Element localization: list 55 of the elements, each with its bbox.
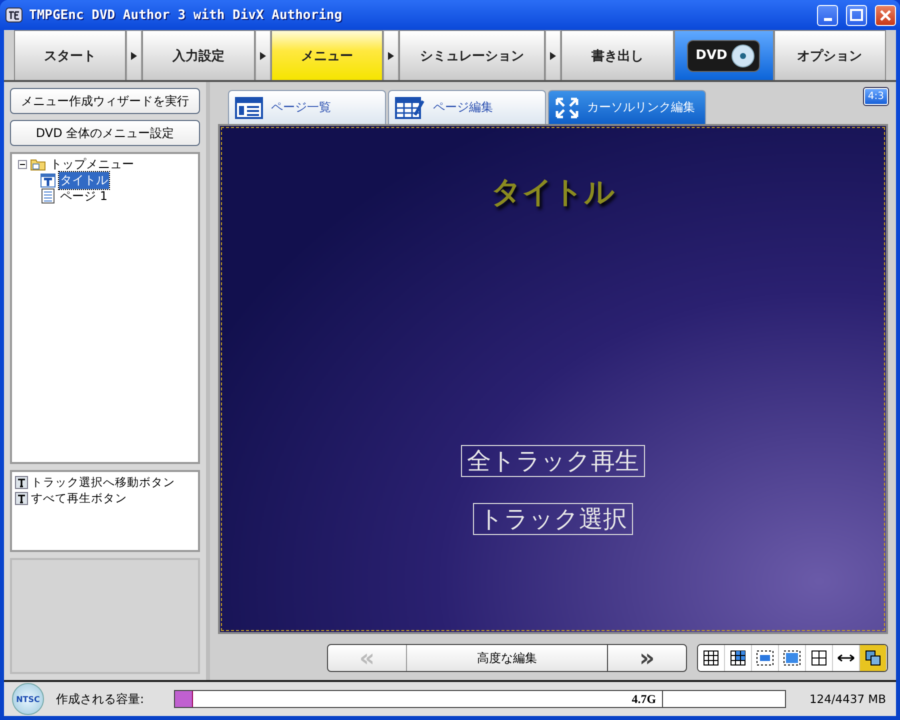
- window-title: TMPGEnc DVD Author 3 with DivX Authoring: [29, 8, 344, 22]
- text-object-icon: [15, 492, 28, 504]
- dashed-frame-icon: [783, 650, 801, 666]
- menu-title: タイトル: [491, 174, 615, 212]
- disc-icon: [731, 44, 756, 68]
- tree-item[interactable]: トップメニュー: [49, 156, 135, 172]
- double-arrow-icon: [836, 653, 856, 663]
- usage-text: 124/4437 MB: [809, 692, 886, 706]
- quad-grid-icon: [811, 650, 827, 666]
- sidebar-button[interactable]: DVD 全体のメニュー設定: [10, 120, 200, 146]
- step-tab[interactable]: 入力設定: [142, 30, 255, 80]
- filled-grid-icon: [730, 650, 746, 666]
- menu-button[interactable]: 全トラック再生: [461, 445, 645, 477]
- folder-icon: [30, 157, 46, 171]
- minimize-icon: [824, 18, 832, 20]
- overlap-squares-icon: [865, 650, 881, 666]
- next-button[interactable]: »: [608, 645, 686, 671]
- close-button[interactable]: [875, 4, 896, 26]
- expand-arrows-icon: [555, 96, 579, 118]
- minimize-button[interactable]: [817, 4, 838, 26]
- arrow-right-icon: [550, 52, 556, 60]
- sidebar-button[interactable]: メニュー作成ウィザードを実行: [10, 88, 200, 114]
- text-object-icon: [15, 476, 28, 488]
- view-tab[interactable]: ページ編集: [388, 90, 546, 124]
- title-page-icon: [40, 172, 56, 188]
- view-tab[interactable]: カーソルリンク編集: [548, 90, 706, 124]
- capacity-label: 作成される容量:: [56, 690, 144, 708]
- grid-icon: [703, 650, 719, 666]
- tree-item[interactable]: タイトル: [59, 172, 109, 188]
- step-tab[interactable]: シミュレーション: [399, 30, 546, 80]
- list-item[interactable]: トラック選択へ移動ボタン: [31, 474, 175, 490]
- page-icon: [40, 188, 56, 204]
- step-tab[interactable]: オプション: [774, 30, 886, 80]
- step-tab[interactable]: メニュー: [270, 30, 384, 80]
- tv-safe-area-icon: [756, 650, 774, 666]
- tree-item[interactable]: ページ 1: [59, 188, 108, 204]
- menu-button[interactable]: トラック選択: [473, 503, 633, 535]
- step-tab[interactable]: 書き出し: [561, 30, 674, 80]
- view-toggle-button[interactable]: [698, 645, 725, 671]
- page-list-icon: [235, 96, 263, 118]
- collapse-icon[interactable]: [18, 160, 27, 168]
- view-tab[interactable]: ページ一覧: [228, 90, 386, 124]
- ntsc-badge: NTSC: [12, 683, 44, 715]
- step-tab[interactable]: スタート: [14, 30, 126, 80]
- maximize-button[interactable]: [846, 4, 867, 26]
- list-item[interactable]: すべて再生ボタン: [31, 490, 127, 506]
- table-pencil-icon: [395, 96, 425, 118]
- arrow-right-icon: [131, 52, 138, 60]
- view-toggle-button[interactable]: [860, 645, 887, 671]
- dvd-step-tab[interactable]: DVD: [674, 30, 774, 80]
- dvd-label: DVD: [696, 48, 728, 63]
- advanced-edit-button[interactable]: 高度な編集: [406, 645, 608, 671]
- arrow-right-icon: [388, 52, 394, 60]
- arrow-right-icon: [260, 52, 266, 60]
- app-icon: [5, 7, 23, 23]
